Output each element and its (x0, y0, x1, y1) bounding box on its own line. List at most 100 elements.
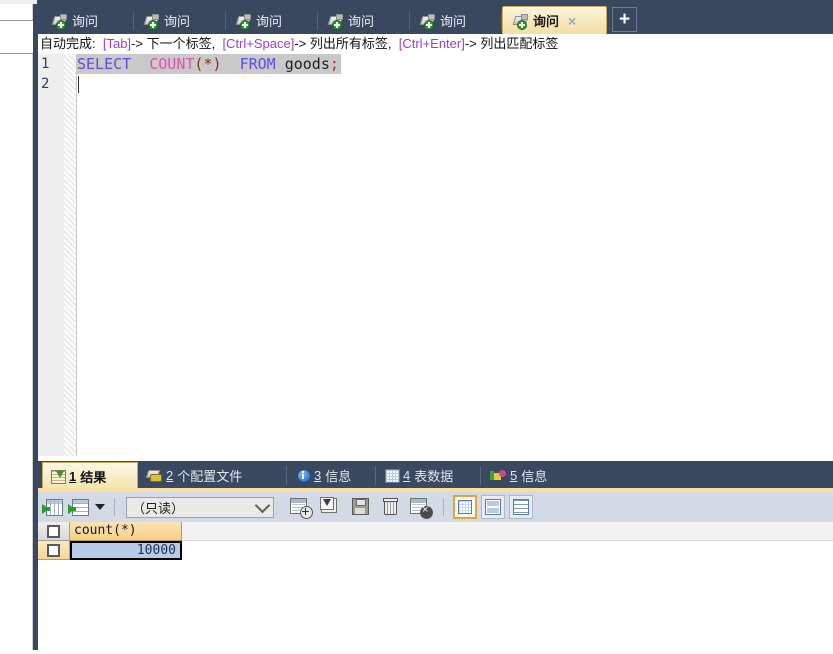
query-plug-icon (512, 13, 529, 30)
tab-separator (480, 466, 481, 485)
hint-prefix: 自动完成: (40, 36, 96, 51)
floppy-save-icon[interactable] (348, 495, 374, 519)
main-area: 询问 询问 询问 询问 询问 询问 × + 自动完成: [Tab]-> 下一个标… (38, 4, 833, 654)
profile-icon (145, 469, 162, 482)
info-icon (296, 469, 311, 483)
tab-label: 个配置文件 (177, 469, 243, 484)
close-icon[interactable]: × (568, 14, 576, 28)
query-tab-label: 询问 (256, 14, 283, 29)
query-plug-icon (235, 13, 252, 30)
query-plug-icon (419, 13, 436, 30)
table-row[interactable]: 10000 (38, 541, 833, 560)
grid-row-filler (182, 541, 833, 560)
tab-table-data[interactable]: 4 表数据 (377, 463, 481, 488)
tab-separator (375, 466, 376, 485)
toolbar-separator (443, 498, 444, 516)
grid-next-icon[interactable] (68, 496, 90, 518)
query-plug-icon (327, 13, 344, 30)
tab-accesskey: 3 (314, 468, 322, 483)
result-area: 1 结果 2 个配置文件 3 信息 4 表数据 5 信息 （只读） × coun… (38, 456, 833, 654)
hint-key-2: [Ctrl+Space] (222, 36, 295, 51)
row-select-cell[interactable] (38, 541, 70, 560)
line-number: 1 (41, 56, 50, 72)
editor-gutter: 1 2 (38, 54, 64, 456)
query-tab-label: 询问 (348, 14, 375, 29)
tab-info-2[interactable]: 5 信息 (482, 463, 568, 488)
result-grid-icon (51, 469, 66, 484)
toolbar-separator (114, 498, 115, 516)
hint-text-1: -> 下一个标签, (131, 36, 216, 51)
chevron-down-icon[interactable] (95, 504, 105, 510)
grid-view-button[interactable] (453, 495, 477, 519)
autocomplete-hint-bar: 自动完成: [Tab]-> 下一个标签, [Ctrl+Space]-> 列出所有… (38, 34, 833, 54)
grid-cell-count[interactable]: 10000 (70, 541, 182, 560)
tab-accesskey: 5 (510, 468, 518, 483)
chart-info-icon (490, 469, 506, 482)
code-line-1: SELECT COUNT(*) FROM goods; (77, 54, 341, 74)
editor-marker-strip (64, 54, 77, 456)
select-all-cell[interactable] (38, 522, 70, 541)
result-tab-strip: 1 结果 2 个配置文件 3 信息 4 表数据 5 信息 (38, 461, 833, 489)
chevron-down-icon (254, 497, 271, 513)
sql-token-select: SELECT (77, 55, 132, 73)
tab-profile[interactable]: 2 个配置文件 (139, 463, 287, 488)
table-data-icon (385, 469, 400, 483)
line-number: 2 (41, 76, 50, 92)
result-grid[interactable]: count(*) 10000 (38, 522, 833, 654)
left-sidebar-panel (0, 4, 34, 650)
query-tab-3[interactable]: 询问 (226, 7, 318, 34)
query-tab-label: 询问 (440, 14, 467, 29)
tab-accesskey: 2 (166, 468, 174, 483)
sql-space (131, 55, 149, 73)
trash-icon[interactable] (378, 495, 404, 519)
sql-token-semicolon: ; (329, 55, 339, 73)
grid-header-row: count(*) (38, 522, 833, 541)
query-tab-strip: 询问 询问 询问 询问 询问 询问 × + (38, 4, 833, 34)
text-caret (78, 76, 79, 93)
grid-import-icon[interactable] (42, 496, 64, 518)
editor-code-area[interactable]: SELECT COUNT(*) FROM goods; (77, 54, 833, 456)
checkbox-icon[interactable] (47, 524, 60, 538)
tab-info[interactable]: 3 信息 (288, 463, 376, 488)
edit-mode-select[interactable]: （只读） (126, 496, 274, 518)
tab-label: 结果 (80, 469, 107, 485)
hint-text-2: -> 列出所有标签, (294, 36, 392, 51)
query-tab-label: 询问 (533, 14, 560, 29)
tab-label: 信息 (325, 469, 352, 484)
query-tab-1[interactable]: 询问 (42, 7, 134, 34)
grid-header-filler (182, 522, 833, 541)
add-record-icon[interactable] (288, 495, 314, 519)
sql-token-table: goods (284, 55, 330, 73)
split-view-button[interactable] (481, 495, 505, 519)
sql-token-from: FROM (239, 55, 276, 73)
tab-accesskey: 4 (403, 468, 411, 483)
query-tab-5[interactable]: 询问 (410, 7, 502, 34)
column-header[interactable]: count(*) (70, 522, 182, 541)
query-tab-label: 询问 (72, 14, 99, 29)
query-tab-2[interactable]: 询问 (134, 7, 226, 34)
cancel-record-icon[interactable] (408, 495, 434, 519)
text-view-button[interactable] (509, 495, 533, 519)
refresh-icon[interactable] (318, 495, 344, 519)
sql-space (222, 55, 240, 73)
hint-key-1: [Tab] (102, 36, 132, 51)
tab-accesskey: 1 (69, 468, 77, 484)
tab-label: 信息 (521, 469, 548, 484)
sql-token-rparen: ) (212, 55, 222, 73)
sql-editor[interactable]: 1 2 SELECT COUNT(*) FROM goods; (38, 54, 833, 456)
sql-space (276, 55, 285, 73)
checkbox-icon[interactable] (47, 543, 60, 557)
sidebar-tree-item[interactable] (0, 20, 34, 54)
hint-key-3: [Ctrl+Enter] (398, 36, 465, 51)
query-tab-label: 询问 (164, 14, 191, 29)
add-tab-button[interactable]: + (612, 7, 637, 32)
tab-result[interactable]: 1 结果 (42, 462, 138, 489)
query-editor-window: 询问 询问 询问 询问 询问 询问 × + 自动完成: [Tab]-> 下一个标… (0, 0, 833, 654)
query-tab-4[interactable]: 询问 (318, 7, 410, 34)
sql-token-count: COUNT (149, 55, 195, 73)
query-plug-icon (51, 13, 68, 30)
tab-label: 表数据 (414, 469, 454, 484)
query-tab-6-active[interactable]: 询问 × (502, 6, 607, 34)
tab-separator (286, 466, 287, 485)
query-plug-icon (143, 13, 160, 30)
